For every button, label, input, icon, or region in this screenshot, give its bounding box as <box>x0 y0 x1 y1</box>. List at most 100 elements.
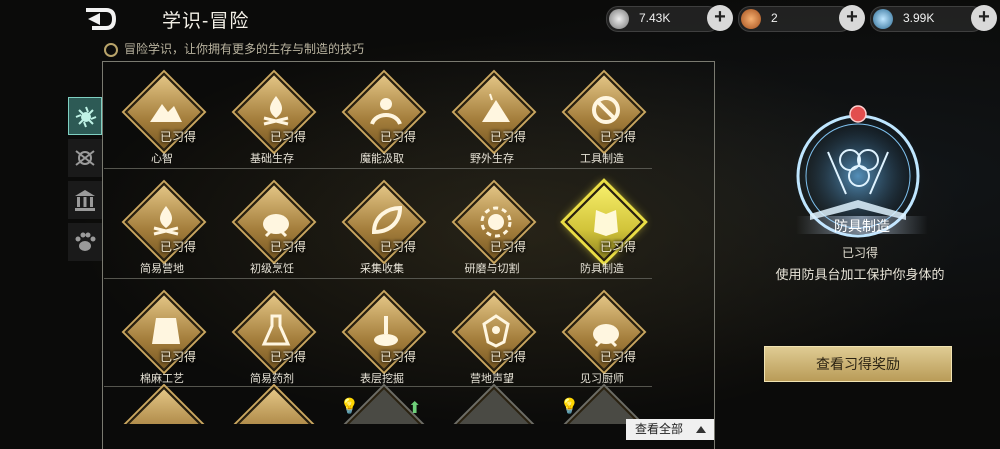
gear-icon <box>480 206 512 238</box>
skill-node[interactable]: 已习得心智 <box>120 70 220 174</box>
resource-value: 7.43K <box>639 11 671 25</box>
learned-label: 已习得 <box>380 240 417 254</box>
resource-value: 3.99K <box>903 11 935 25</box>
skill-node-partial[interactable] <box>120 384 220 424</box>
shovel-icon <box>374 316 398 346</box>
paw-icon <box>75 232 96 251</box>
skill-diamond <box>234 386 314 424</box>
craft-icon <box>75 150 95 166</box>
cauldron-icon <box>593 324 619 348</box>
resource-crystal: 3.99K + <box>870 5 997 32</box>
mountain-icon <box>150 104 182 122</box>
skill-name: 工具制造 <box>580 153 624 165</box>
lightbulb-icon: 💡 <box>340 398 359 415</box>
learned-label: 已习得 <box>380 350 417 364</box>
skill-node[interactable]: 已习得初级烹饪 <box>230 180 330 284</box>
skill-node[interactable]: 已习得 棉麻工艺 <box>120 290 220 394</box>
resource-value: 2 <box>771 11 778 25</box>
skill-node[interactable]: 已习得简易营地 <box>120 180 220 284</box>
building-icon <box>75 190 95 211</box>
skill-node-locked[interactable] <box>450 384 550 424</box>
learned-label: 已习得 <box>490 350 527 364</box>
learned-label: 已习得 <box>270 350 307 364</box>
skill-node[interactable]: 已习得 简易药剂 <box>230 290 330 394</box>
add-silver-button[interactable]: + <box>707 5 733 31</box>
learned-label: 已习得 <box>600 240 637 254</box>
caret-up-icon <box>696 426 706 433</box>
tab-craft[interactable] <box>68 139 102 177</box>
skill-node[interactable]: 已习得防具制造 <box>560 180 660 284</box>
learned-label: 已习得 <box>270 240 307 254</box>
blue-crystal-icon <box>873 9 893 29</box>
learned-label: 已习得 <box>490 130 527 144</box>
skill-name: 魔能汲取 <box>360 153 404 165</box>
learned-label: 已习得 <box>600 350 637 364</box>
skill-node[interactable]: 已习得基础生存 <box>230 70 330 174</box>
resource-orange: 2 + <box>738 5 865 32</box>
learned-label: 已习得 <box>160 350 197 364</box>
campfire-icon <box>263 96 289 126</box>
orange-coin-icon <box>741 9 761 29</box>
skill-node[interactable]: 已习得工具制造 <box>560 70 660 174</box>
learned-label: 已习得 <box>490 240 527 254</box>
detail-description: 使用防具台加工保护你身体的 <box>775 267 945 282</box>
skill-name: 初级烹饪 <box>250 263 294 275</box>
crest-icon <box>482 314 510 348</box>
page-title: 学识-冒险 <box>162 11 250 32</box>
view-rewards-button[interactable]: 查看习得奖励 <box>764 346 952 382</box>
leaf-hand-icon <box>371 205 403 235</box>
skill-node[interactable]: 已习得野外生存 <box>450 70 550 174</box>
add-crystal-button[interactable]: + <box>971 5 997 31</box>
skill-name: 研磨与切割 <box>464 263 520 275</box>
learned-label: 已习得 <box>160 130 197 144</box>
skill-node[interactable]: 已习得 营地声望 <box>450 290 550 394</box>
resource-silver: 7.43K + <box>606 5 733 32</box>
skill-detail: 防具制造 已习得 使用防具台加工保护你身体的 <box>730 84 1000 384</box>
skill-node[interactable]: 已习得魔能汲取 <box>340 70 440 174</box>
back-button[interactable] <box>84 7 118 31</box>
campfire-icon <box>153 206 179 236</box>
up-arrow-icon: ⬆ <box>408 400 422 417</box>
add-orange-button[interactable]: + <box>839 5 865 31</box>
learned-label: 已习得 <box>600 130 637 144</box>
skill-diamond <box>454 386 534 424</box>
skill-name: 简易营地 <box>140 263 184 275</box>
tab-adventure[interactable] <box>68 97 102 135</box>
flask-icon <box>261 314 291 346</box>
skill-node[interactable]: 已习得 见习厨师 <box>560 290 660 394</box>
detail-status: 已习得 <box>841 246 878 260</box>
view-all-label: 查看全部 <box>635 422 684 436</box>
skill-name: 防具制造 <box>580 263 624 275</box>
cloth-icon <box>152 318 180 344</box>
view-all-dropdown[interactable]: 查看全部 <box>626 419 714 440</box>
armor-icon <box>594 210 618 236</box>
tent-icon <box>482 93 510 122</box>
gear-icon <box>104 43 118 57</box>
skill-node-partial[interactable] <box>230 384 330 424</box>
category-tabs <box>68 97 102 265</box>
learned-label: 已习得 <box>160 240 197 254</box>
lightbulb-icon: 💡 <box>560 398 579 415</box>
silver-gear-icon <box>609 9 629 29</box>
adventure-icon <box>75 106 97 128</box>
skill-name: 心智 <box>151 153 173 165</box>
learned-label: 已习得 <box>380 130 417 144</box>
cauldron-icon <box>263 214 289 238</box>
back-arrow-icon <box>86 8 117 30</box>
tool-icon <box>592 96 620 124</box>
skill-name: 采集收集 <box>360 263 404 275</box>
skill-node[interactable]: 已习得 表层挖掘 <box>340 290 440 394</box>
hand-orb-icon <box>370 98 402 125</box>
skill-node[interactable]: 已习得研磨与切割 <box>450 180 550 284</box>
subtitle: 冒险学识，让你拥有更多的生存与制造的技巧 <box>104 40 364 58</box>
skill-name: 野外生存 <box>470 153 514 165</box>
skill-diamond <box>124 386 204 424</box>
detail-title: 防具制造 <box>796 216 928 234</box>
top-bar: 学识-冒险 7.43K + 2 + 3.99K + <box>0 0 1000 36</box>
skill-node[interactable]: 已习得采集收集 <box>340 180 440 284</box>
learned-label: 已习得 <box>270 130 307 144</box>
tab-creatures[interactable] <box>68 223 102 261</box>
subtitle-text: 冒险学识，让你拥有更多的生存与制造的技巧 <box>124 42 365 56</box>
tab-building[interactable] <box>68 181 102 219</box>
skill-name: 基础生存 <box>250 153 294 165</box>
